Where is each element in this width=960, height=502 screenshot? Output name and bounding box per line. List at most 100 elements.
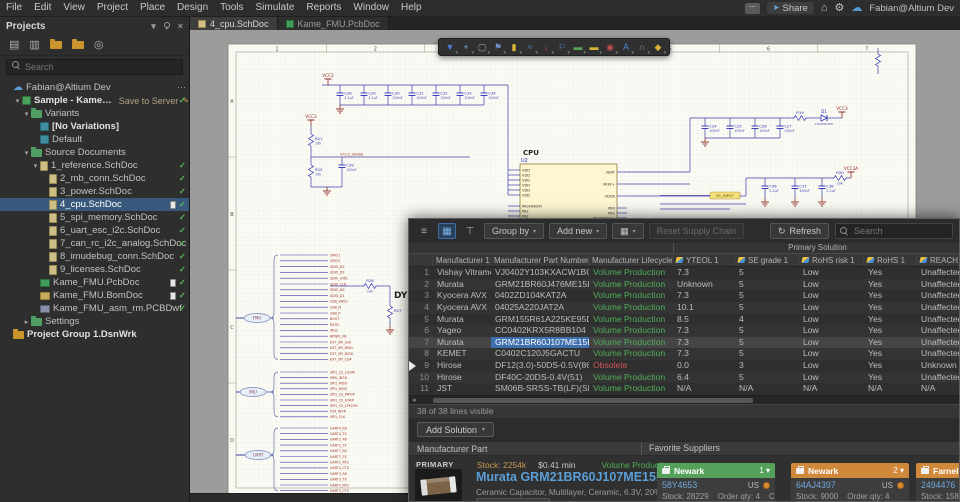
text-icon[interactable]: A▾ — [618, 39, 634, 55]
table-row-4[interactable]: 4Kyocera AVX04025A220JAT2AVolume Product… — [409, 302, 959, 314]
hierarchy-view-icon[interactable]: ⊤ — [461, 223, 479, 239]
se-grade-cell[interactable]: 5 — [735, 290, 799, 302]
supplier-card-header[interactable]: Farnell — [916, 463, 960, 478]
list-view-icon[interactable]: ▤ — [9, 40, 19, 51]
se-grade-cell[interactable]: N/A — [735, 383, 799, 395]
supplier-card-farnell-3[interactable]: Farnell2494476Stock: 158840 — [916, 463, 960, 502]
menu-reports[interactable]: Reports — [300, 0, 347, 16]
manufacturer-cell[interactable]: Murata — [433, 279, 491, 291]
se-grade-cell[interactable]: 5 — [735, 279, 799, 291]
reset-supply-chain-button[interactable]: Reset Supply Chain — [649, 223, 745, 239]
row-number[interactable]: 7 — [409, 337, 433, 349]
arc-icon[interactable]: ∩▾ — [634, 39, 650, 55]
column-header-se-grade-1[interactable]: SE grade 1 — [735, 254, 799, 266]
table-row-3[interactable]: 3Kyocera AVX0402ZD104KAT2AVolume Product… — [409, 290, 959, 302]
net-label-icon[interactable]: ▬▾ — [570, 39, 586, 55]
rohs-cell[interactable]: Yes — [864, 360, 917, 372]
gear-icon[interactable]: ⚙ — [835, 3, 845, 14]
part-number-cell[interactable]: DF40C-20DS-0.4V(51) — [491, 372, 589, 384]
refresh-button[interactable]: ↻Refresh — [770, 223, 829, 239]
rohs-risk-cell[interactable]: Low — [799, 325, 864, 337]
tree-item-7-can-rc-i2c-analog-schdoc[interactable]: 7_can_rc_i2c_analog.SchDoc✓ — [0, 237, 189, 250]
reach-cell[interactable]: Unknown — [917, 360, 959, 372]
part-number-cell[interactable]: VJ0402Y103KXACW1BC — [491, 267, 589, 279]
polygon-icon[interactable]: ◆▾ — [650, 39, 666, 55]
table-row-1[interactable]: 1Vishay VitramonVJ0402Y103KXACW1BCVolume… — [409, 267, 959, 279]
se-grade-cell[interactable]: 5 — [735, 372, 799, 384]
rohs-risk-cell[interactable]: Low — [799, 360, 864, 372]
manufacturer-view-icon[interactable]: ▦ — [438, 223, 456, 239]
rohs-risk-cell[interactable]: Low — [799, 267, 864, 279]
column-header-yteol-1[interactable]: YTEOL 1 — [673, 254, 735, 266]
tree-item-1-reference-schdoc[interactable]: ▾1_reference.SchDoc✓ — [0, 159, 189, 172]
yteol-cell[interactable]: 0.0 — [673, 360, 735, 372]
add-new-button[interactable]: Add new▾ — [549, 223, 607, 239]
save-to-server-link[interactable]: Save to Server — [119, 96, 179, 106]
rohs-risk-cell[interactable]: Low — [799, 314, 864, 326]
menu-edit[interactable]: Edit — [28, 0, 57, 16]
column-header-manufacturer-1[interactable]: Manufacturer 1 — [433, 254, 491, 266]
yteol-cell[interactable]: 7.3 — [673, 267, 735, 279]
menu-place[interactable]: Place — [134, 0, 171, 16]
rank-dropdown[interactable]: 2 ▾ — [893, 466, 904, 475]
panel-dropdown-icon[interactable]: ▾ — [151, 21, 156, 32]
lifecycle-cell[interactable]: Volume Production — [589, 348, 673, 360]
se-grade-cell[interactable]: 5 — [735, 302, 799, 314]
tree-item-kame-fmu-bomdoc[interactable]: Kame_FMU.BomDoc✓ — [0, 289, 189, 302]
parameter-icon[interactable]: ▬▾ — [586, 39, 602, 55]
save-icon[interactable]: ▥ — [29, 40, 39, 51]
open-folder-icon[interactable] — [50, 41, 62, 49]
row-number[interactable]: 10 — [409, 372, 433, 384]
yteol-cell[interactable]: Unknown — [673, 279, 735, 291]
row-number[interactable]: 8 — [409, 348, 433, 360]
rohs-cell[interactable]: Yes — [864, 372, 917, 384]
part-number-cell[interactable]: DF12(3.0)-50DS-0.5V(86) — [491, 360, 589, 372]
lifecycle-cell[interactable]: Volume Production — [589, 279, 673, 291]
power-port-icon[interactable]: ◉▾ — [602, 39, 618, 55]
lifecycle-cell[interactable]: Volume Production — [589, 325, 673, 337]
manufacturer-cell[interactable]: Vishay Vitramon — [433, 267, 491, 279]
menu-icon[interactable]: ≡ — [415, 223, 433, 239]
scrollbar-thumb[interactable] — [433, 398, 753, 403]
more-icon[interactable]: ⋯ — [177, 82, 186, 93]
part-number-cell[interactable]: GRM21BR60J107ME15L — [491, 337, 589, 349]
tree-item-kame-fmu-pcbdoc[interactable]: Kame_FMU.PcbDoc✓ — [0, 276, 189, 289]
menu-window[interactable]: Window — [347, 0, 395, 16]
rohs-risk-cell[interactable]: Low — [799, 302, 864, 314]
manufacturer-cell[interactable]: Yageo — [433, 325, 491, 337]
tab-kame-fmu-pcbdoc[interactable]: Kame_FMU.PcbDoc — [278, 17, 389, 30]
lifecycle-cell[interactable]: Volume Production — [589, 302, 673, 314]
supplier-card-newark-2[interactable]: Newark2 ▾64AJ4397USStock: 9000Order qty:… — [791, 463, 909, 502]
rohs-risk-cell[interactable]: Low — [799, 372, 864, 384]
row-number[interactable]: 1 — [409, 267, 433, 279]
component-icon[interactable]: ▮▾ — [506, 39, 522, 55]
expander-icon[interactable]: ▾ — [13, 97, 22, 105]
lifecycle-cell[interactable]: Volume Production — [589, 383, 673, 395]
rank-dropdown[interactable]: 1 ▾ — [759, 466, 770, 475]
comments-icon[interactable]: ⋯ — [745, 3, 760, 14]
expander-icon[interactable]: ▸ — [22, 318, 31, 326]
column-header-rohs-1[interactable]: RoHS 1 — [864, 254, 917, 266]
row-number[interactable]: 3 — [409, 290, 433, 302]
part-number-cell[interactable]: SM06B-SRSS-TB(LF)(SN) — [491, 383, 589, 395]
part-number-cell[interactable]: C0402C120J5GACTU — [491, 348, 589, 360]
expander-icon[interactable]: ▾ — [22, 149, 31, 157]
rohs-cell[interactable]: Yes — [864, 279, 917, 291]
row-number[interactable]: 4 — [409, 302, 433, 314]
reach-cell[interactable]: Unaffected — [917, 348, 959, 360]
lifecycle-cell[interactable]: Volume Production — [589, 314, 673, 326]
table-row-10[interactable]: 10HiroseDF40C-20DS-0.4V(51)Volume Produc… — [409, 372, 959, 384]
menu-simulate[interactable]: Simulate — [250, 0, 301, 16]
menu-view[interactable]: View — [57, 0, 91, 16]
menu-tools[interactable]: Tools — [214, 0, 249, 16]
row-number[interactable]: 5 — [409, 314, 433, 326]
rohs-cell[interactable]: Yes — [864, 337, 917, 349]
expander-icon[interactable]: ▾ — [31, 162, 40, 170]
manufacturer-cell[interactable]: Kyocera AVX — [433, 302, 491, 314]
reach-cell[interactable]: Unaffected — [917, 337, 959, 349]
tree-item-variants[interactable]: ▾Variants — [0, 107, 189, 120]
part-number-cell[interactable]: GRM155R61A225KE95D — [491, 314, 589, 326]
manufacturer-cell[interactable]: Hirose — [433, 372, 491, 384]
share-button[interactable]: ➤ Share — [767, 2, 814, 14]
tree-item-settings[interactable]: ▸Settings — [0, 315, 189, 328]
